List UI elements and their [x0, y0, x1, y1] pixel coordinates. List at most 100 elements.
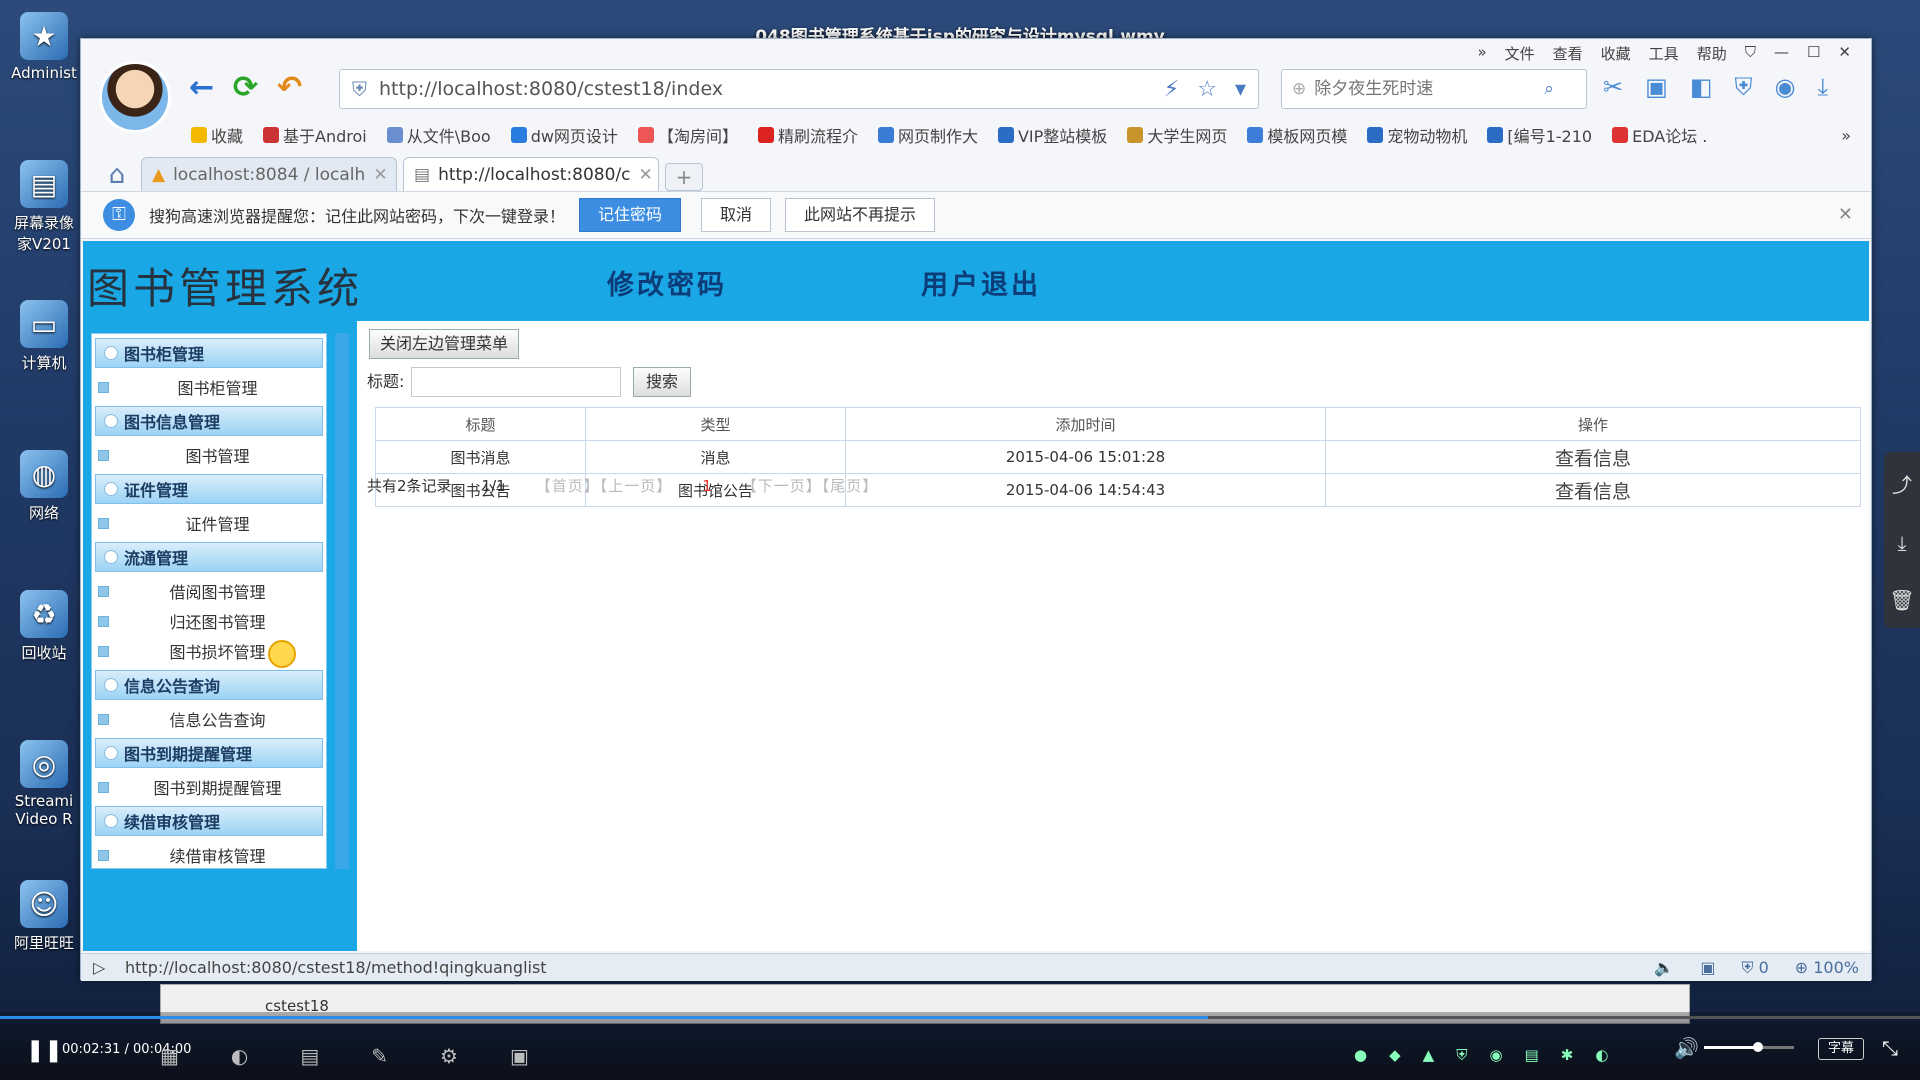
first-prev-links[interactable]: 【首页】【上一页】	[536, 471, 673, 501]
extension-icon[interactable]: ◉	[1774, 73, 1795, 101]
change-password-link[interactable]: 修改密码	[607, 263, 727, 302]
delete-icon[interactable]: 🗑	[1889, 588, 1914, 612]
shield-icon[interactable]: ⛨ 0	[1741, 958, 1768, 978]
fullscreen-exit-icon[interactable]: ⤡	[1882, 1036, 1898, 1060]
view-info-link[interactable]: 查看信息	[1325, 473, 1861, 507]
sidebar-group-header[interactable]: 图书到期提醒管理	[95, 738, 323, 768]
tab-phpmyadmin[interactable]: ▲ localhost:8084 / localh ✕	[141, 157, 397, 191]
desktop-icon[interactable]: ☺ 阿里旺旺	[6, 880, 82, 953]
sidebar-toggle-icon[interactable]: ▷	[93, 958, 105, 977]
sidebar-splitter[interactable]	[335, 333, 349, 869]
taskbar-app-icon[interactable]: ▦	[160, 1044, 179, 1068]
bookmark-item[interactable]: VIP整站模板	[997, 123, 1107, 147]
bookmark-item[interactable]: 基于Androi	[263, 123, 367, 147]
sidebar-item[interactable]: 图书到期提醒管理	[92, 772, 326, 802]
tab-close-icon[interactable]: ✕	[373, 165, 387, 185]
bookmark-item[interactable]: 大学生网页	[1127, 123, 1227, 147]
browser-search-input[interactable]	[1314, 79, 1545, 99]
zoom-icon[interactable]: ⊕ 100%	[1795, 958, 1859, 977]
user-avatar[interactable]	[99, 61, 171, 133]
bookmarks-overflow-icon[interactable]: »	[1841, 126, 1851, 145]
tray-icon[interactable]: ◐	[1595, 1046, 1608, 1064]
sidebar-group-header[interactable]: 图书信息管理	[95, 406, 323, 436]
address-bar[interactable]: ⛨ http://localhost:8080/cstest18/index ⚡…	[339, 69, 1259, 109]
scissors-icon[interactable]: ✂	[1603, 73, 1623, 101]
remember-password-button[interactable]: 记住密码	[579, 198, 682, 232]
subtitle-button[interactable]: 字幕	[1818, 1038, 1864, 1060]
taskbar-app-icon[interactable]: ⚙	[440, 1044, 458, 1068]
sidebar-item[interactable]: 续借审核管理	[92, 840, 326, 870]
tray-icon[interactable]: ◆	[1389, 1046, 1401, 1064]
desktop-icon[interactable]: ▭ 计算机	[6, 300, 82, 373]
desktop-icon[interactable]: ♻ 回收站	[6, 590, 82, 663]
bookmark-item[interactable]: 网页制作大	[877, 123, 978, 147]
taskbar-app-icon[interactable]: ✎	[371, 1044, 388, 1068]
volume-icon[interactable]: 🔊	[1674, 1036, 1699, 1060]
bookmark-item[interactable]: [编号1-210	[1487, 123, 1592, 147]
volume-knob[interactable]	[1753, 1042, 1763, 1052]
browser-search[interactable]: ⊕ ⌕	[1281, 69, 1587, 109]
menu-help[interactable]: 帮助	[1697, 43, 1727, 64]
lightning-icon[interactable]: ⚡	[1164, 77, 1179, 102]
maximize-icon[interactable]: ☐	[1807, 43, 1820, 64]
menu-favorites[interactable]: 收藏	[1601, 43, 1631, 64]
tray-icon[interactable]: ●	[1354, 1046, 1367, 1064]
sidebar-group-header[interactable]: 续借审核管理	[95, 806, 323, 836]
desktop-icon[interactable]: ◍ 网络	[6, 450, 82, 523]
tab-close-icon[interactable]: ✕	[639, 165, 653, 185]
tab-library-system[interactable]: ▤ http://localhost:8080/c ✕	[403, 157, 659, 191]
bookmark-item[interactable]: 宠物动物机	[1367, 123, 1467, 147]
speaker-icon[interactable]: 🔈	[1654, 958, 1674, 977]
menu-tools[interactable]: 工具	[1649, 43, 1679, 64]
sidebar-item[interactable]: 归还图书管理	[92, 606, 326, 636]
search-button[interactable]: 搜索	[633, 367, 691, 397]
tray-icon[interactable]: ▲	[1423, 1046, 1435, 1064]
desktop-icon[interactable]: ▤ 屏幕录像 家V201	[6, 160, 82, 254]
sidebar-group-header[interactable]: 图书柜管理	[95, 338, 323, 368]
tray-icon[interactable]: ✱	[1561, 1046, 1574, 1064]
home-icon[interactable]: ⌂	[99, 159, 135, 191]
chevron-down-icon[interactable]: ▾	[1235, 77, 1246, 102]
taskbar-app-icon[interactable]: ▤	[300, 1044, 319, 1068]
menu-view[interactable]: 查看	[1553, 43, 1583, 64]
close-icon[interactable]: ✕	[1838, 204, 1853, 225]
back-icon[interactable]: ←	[189, 73, 214, 103]
close-icon[interactable]: ✕	[1838, 43, 1851, 64]
star-icon[interactable]: ☆	[1197, 77, 1217, 102]
sidebar-group-header[interactable]: 流通管理	[95, 542, 323, 572]
cancel-button[interactable]: 取消	[701, 198, 772, 232]
sidebar-item[interactable]: 图书管理	[92, 440, 326, 470]
sidebar-item[interactable]: 证件管理	[92, 508, 326, 538]
desktop-icon[interactable]: ◎ Streami Video R	[6, 740, 82, 828]
download-icon[interactable]: ⤓	[1898, 531, 1907, 555]
minimize-icon[interactable]: —	[1774, 43, 1789, 64]
bookmark-item[interactable]: 收藏	[191, 123, 243, 147]
share-icon[interactable]: ⤴	[1892, 469, 1912, 498]
refresh-icon[interactable]: ⟳	[233, 73, 258, 103]
menu-more[interactable]: »	[1477, 43, 1486, 64]
url-text[interactable]: http://localhost:8080/cstest18/index	[379, 78, 723, 100]
new-tab-button[interactable]: +	[665, 163, 703, 191]
tray-icon[interactable]: ⛨	[1456, 1046, 1467, 1064]
taskbar-app-icon[interactable]: ◐	[231, 1044, 248, 1068]
logout-link[interactable]: 用户退出	[921, 263, 1041, 302]
view-info-link[interactable]: 查看信息	[1325, 440, 1861, 474]
share-icon[interactable]: ◧	[1690, 73, 1713, 101]
next-last-links[interactable]: 【下一页】【尾页】	[742, 471, 879, 501]
sidebar-group-header[interactable]: 信息公告查询	[95, 670, 323, 700]
title-search-input[interactable]	[411, 367, 621, 397]
undo-icon[interactable]: ↶	[277, 73, 302, 103]
download-icon[interactable]: ⤓	[1817, 73, 1828, 101]
taskbar-app-icon[interactable]: ▣	[510, 1044, 529, 1068]
sidebar-item[interactable]: 信息公告查询	[92, 704, 326, 734]
pause-icon[interactable]: ❚❚	[26, 1038, 63, 1063]
bookmark-item[interactable]: 从文件\Boo	[386, 123, 491, 147]
tray-icon[interactable]: ▤	[1525, 1046, 1539, 1064]
bookmark-item[interactable]: 【淘房间】	[637, 123, 738, 147]
bookmark-item[interactable]: 模板网页模	[1247, 123, 1347, 147]
shirt-icon[interactable]: ⛉	[1745, 43, 1756, 64]
search-icon[interactable]: ⌕	[1544, 79, 1554, 99]
menu-file[interactable]: 文件	[1505, 43, 1535, 64]
gift-icon[interactable]: ▣	[1700, 958, 1715, 977]
close-left-menu-button[interactable]: 关闭左边管理菜单	[369, 329, 520, 359]
